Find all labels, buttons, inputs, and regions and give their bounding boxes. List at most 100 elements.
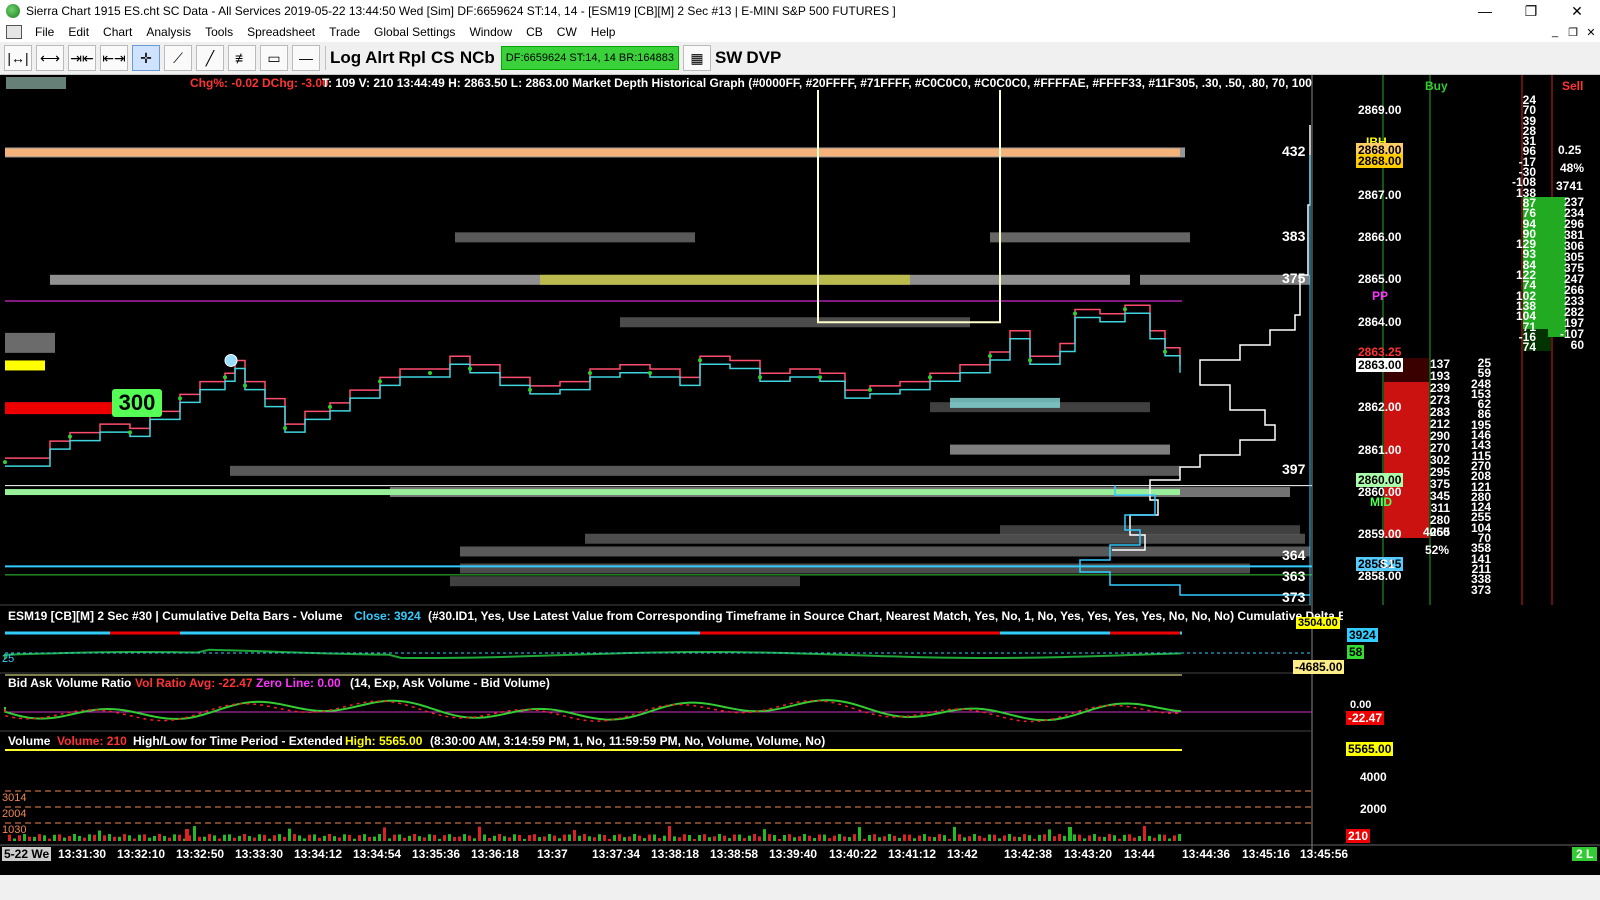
volume-bar — [298, 835, 301, 841]
volume-bar — [1128, 834, 1131, 841]
time-axis-corner[interactable]: 2 L — [1572, 847, 1598, 861]
menu-global-settings[interactable]: Global Settings — [367, 25, 462, 39]
menu-chart[interactable]: Chart — [96, 25, 139, 39]
volume-bar — [433, 834, 436, 841]
chart-area[interactable]: Chg%: -0.02 DChg: -3.00 T: 109 V: 210 13… — [0, 75, 1600, 875]
volume-bar — [778, 838, 781, 841]
dom-cell: 373 — [1470, 582, 1491, 597]
volume-bar — [688, 834, 691, 841]
mdi-close-icon[interactable]: ✕ — [1582, 26, 1600, 39]
scale-expand-icon[interactable]: ⇤⇥ — [100, 45, 128, 71]
volume-bar — [48, 838, 51, 841]
volume-bar — [628, 836, 631, 841]
time-axis-label: 13:32:50 — [176, 847, 225, 861]
mid-level-line — [5, 489, 1180, 496]
new-chartbook-button[interactable]: NCb — [460, 46, 495, 70]
volume-bar — [313, 834, 316, 841]
minimize-button[interactable]: — — [1462, 0, 1508, 22]
volume-params: (8:30:00 AM, 3:14:59 PM, 1, No, 11:59:59… — [430, 734, 826, 748]
volume-bar — [233, 837, 236, 841]
menu-trade[interactable]: Trade — [322, 25, 367, 39]
volume-bar — [443, 835, 446, 841]
volume-bar — [1048, 829, 1051, 841]
maximize-button[interactable]: ❐ — [1508, 0, 1554, 22]
time-axis-label: 13:38:18 — [651, 847, 700, 861]
volume-bar — [523, 838, 526, 841]
time-axis-label: 13:42:38 — [1004, 847, 1053, 861]
volume-bar — [408, 835, 411, 841]
volume-bar — [698, 835, 701, 841]
replay-button[interactable]: Rpl — [398, 46, 425, 70]
volume-bar — [828, 838, 831, 841]
delta-header: ESM19 [CB][M] 2 Sec #30 | Cumulative Del… — [8, 609, 343, 623]
menu-tools[interactable]: Tools — [198, 25, 240, 39]
menu-window[interactable]: Window — [462, 25, 519, 39]
volume-bar — [88, 834, 91, 841]
mdi-restore-icon[interactable]: ❐ — [1564, 26, 1582, 39]
volume-bar — [378, 834, 381, 841]
menu-file[interactable]: File — [28, 25, 61, 39]
menu-cb[interactable]: CB — [519, 25, 550, 39]
close-button[interactable]: ✕ — [1554, 0, 1600, 22]
depth-bar-bid — [950, 397, 1060, 408]
log-button[interactable]: Log — [330, 46, 361, 70]
delta-value-box: 3924 — [1347, 628, 1378, 642]
menu-spreadsheet[interactable]: Spreadsheet — [240, 25, 322, 39]
volume-bar — [953, 826, 956, 841]
bar-spacing-decrease-icon[interactable]: |↔| — [4, 45, 32, 71]
volume-bar-peak — [1068, 827, 1072, 841]
depth-size-2866: 383 — [1282, 228, 1306, 244]
trade-dom-icon[interactable]: ▦ — [682, 45, 711, 71]
trade-dot — [648, 370, 652, 375]
bar-spacing-increase-icon[interactable]: ⟷ — [36, 45, 64, 71]
price-label-2858: 2858.00 — [1358, 569, 1402, 583]
document-icon[interactable] — [6, 25, 22, 39]
volume-bar — [83, 837, 86, 841]
volume-bar — [878, 837, 881, 841]
price-label-2864: 2864.00 — [1358, 315, 1402, 329]
volume-bar — [593, 837, 596, 841]
trade-dot — [698, 358, 702, 363]
volume-bar — [348, 834, 351, 841]
trade-dots — [3, 307, 1167, 465]
horizontal-line-icon[interactable]: — — [292, 45, 320, 71]
volume-bar — [498, 834, 501, 841]
volume-bar — [178, 834, 181, 841]
alert-button[interactable]: Alrt — [365, 46, 394, 70]
chart-settings-button[interactable]: CS — [430, 46, 456, 70]
rectangle-tool-icon[interactable]: ▭ — [260, 45, 288, 71]
volume-bar — [1113, 835, 1116, 841]
volume-bar — [928, 836, 931, 841]
price-label-2869: 2869.00 — [1358, 103, 1402, 117]
volume-bar — [893, 835, 896, 841]
depth-bar — [450, 576, 800, 587]
mdi-minimize-icon[interactable]: _ — [1546, 26, 1564, 39]
volume-bar — [583, 834, 586, 841]
dvp-button[interactable]: DVP — [746, 46, 781, 70]
volume-bar — [808, 835, 811, 841]
menu-bar: File Edit Chart Analysis Tools Spreadshe… — [0, 22, 1600, 42]
depth-size-2857: 373 — [1282, 589, 1306, 605]
ratio-params: (14, Exp, Ask Volume - Bid Volume) — [350, 676, 550, 690]
volume-bar — [1003, 835, 1006, 841]
menu-help[interactable]: Help — [584, 25, 623, 39]
time-axis-label: 13:39:40 — [769, 847, 818, 861]
scale-compress-icon[interactable]: ⇥⇤ — [68, 45, 96, 71]
fib-tool-icon[interactable]: ≢ — [228, 45, 256, 71]
volume-bar — [733, 834, 736, 841]
dom-cell: 74 — [1522, 340, 1536, 355]
time-axis-label: 13:42 — [947, 847, 978, 861]
menu-cw[interactable]: CW — [550, 25, 584, 39]
volume-level-2004: 2004 — [2, 808, 27, 820]
ratio-zero: Zero Line: 0.00 — [256, 676, 341, 690]
volume-level-1030: 1030 — [2, 824, 27, 836]
volume-bar — [578, 835, 581, 841]
volume-bar — [413, 834, 416, 841]
crosshair-icon[interactable]: ✛ — [132, 45, 160, 71]
draw-ray-icon[interactable]: ⟋ — [164, 45, 192, 71]
draw-line-icon[interactable]: ╱ — [196, 45, 224, 71]
menu-edit[interactable]: Edit — [61, 25, 96, 39]
volume-bar — [998, 838, 1001, 841]
menu-analysis[interactable]: Analysis — [139, 25, 198, 39]
sw-button[interactable]: SW — [715, 46, 742, 70]
